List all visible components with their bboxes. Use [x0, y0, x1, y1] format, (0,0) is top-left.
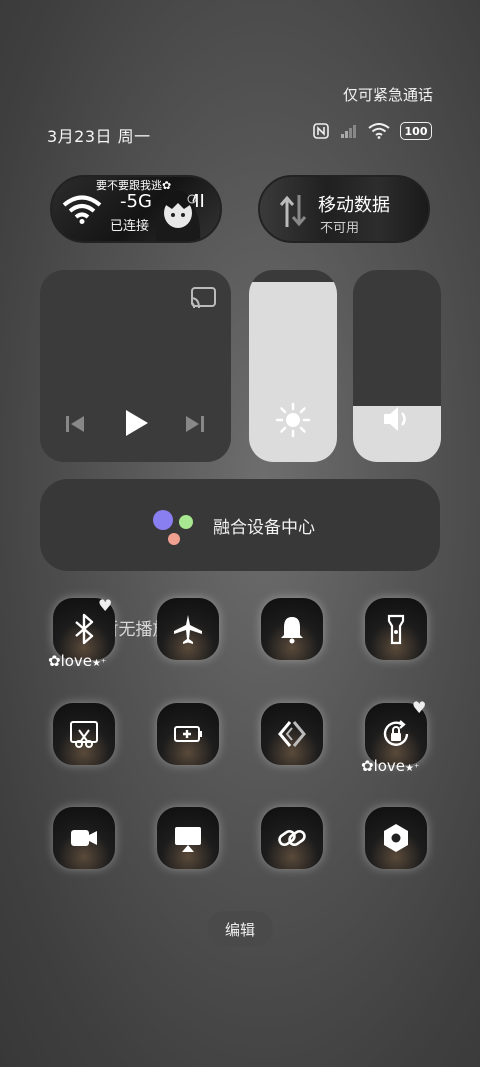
settings-toggle[interactable] [365, 807, 427, 869]
screenshot-toggle[interactable] [53, 703, 115, 765]
volume-icon [384, 407, 406, 431]
airplane-toggle[interactable] [157, 598, 219, 660]
screenshot-icon [70, 721, 98, 748]
settings-icon [384, 824, 408, 852]
wifi-icon [62, 195, 102, 224]
bluetooth-icon [75, 613, 94, 645]
volume-slider[interactable] [353, 270, 441, 462]
device-center-icon [153, 510, 193, 545]
device-center-tile[interactable]: 融合设备中心 [40, 479, 440, 571]
love-sticker-1: ✿love★⁺ [48, 652, 107, 670]
flashlight-icon [387, 614, 405, 645]
media-player-tile[interactable]: 暂无播放 [40, 270, 231, 640]
nfc-icon [278, 721, 306, 747]
cast-screen-toggle[interactable] [157, 807, 219, 869]
wifi-status: 已连接 [110, 219, 150, 234]
airplane-icon [174, 615, 202, 644]
anime-avatar [150, 183, 206, 241]
previous-track-icon[interactable] [64, 414, 86, 434]
cast-screen-icon [175, 827, 201, 852]
bell-icon [281, 617, 303, 644]
emergency-call-note: 仅可紧急通话 [342, 86, 433, 104]
battery-indicator: 100 [400, 122, 432, 140]
mobile-data-icon [279, 195, 307, 227]
link-toggle[interactable] [261, 807, 323, 869]
link-icon [278, 829, 306, 847]
screen-record-icon [71, 830, 97, 846]
battery-saver-icon [174, 726, 202, 742]
love-text-1: love [60, 652, 93, 670]
cast-icon[interactable] [189, 286, 217, 310]
play-icon[interactable] [122, 408, 150, 438]
mobile-data-title: 移动数据 [318, 195, 390, 216]
love-text-2: love [373, 757, 406, 775]
wifi-network-name: -5G [120, 191, 152, 212]
flashlight-toggle[interactable] [365, 598, 427, 660]
device-center-label: 融合设备中心 [213, 518, 315, 538]
heart-sticker-1: ♥ [98, 596, 113, 615]
nfc-toggle[interactable] [261, 703, 323, 765]
nfc-status-icon [313, 123, 329, 139]
love-sticker-2: ✿love★⁺ [361, 757, 420, 775]
status-icons: 100 [312, 122, 432, 140]
battery-saver-toggle[interactable] [157, 703, 219, 765]
edit-button[interactable]: 编辑 [207, 911, 273, 947]
brightness-icon [275, 402, 311, 438]
mobile-data-tile[interactable]: 移动数据 不可用 [258, 175, 430, 243]
wifi-tile[interactable]: 要不要跟我逃✿ -5G MI 已连接 [50, 175, 222, 243]
next-track-icon[interactable] [184, 414, 206, 434]
wifi-status-icon [368, 123, 390, 139]
brightness-slider[interactable] [249, 270, 337, 462]
mobile-data-status: 不可用 [320, 221, 360, 236]
heart-sticker-2: ♥ [412, 698, 427, 717]
rotation-lock-icon [383, 720, 409, 746]
date-label: 3月23日 周一 [47, 127, 151, 146]
screen-record-toggle[interactable] [53, 807, 115, 869]
bell-toggle[interactable] [261, 598, 323, 660]
signal-icon [341, 125, 356, 138]
